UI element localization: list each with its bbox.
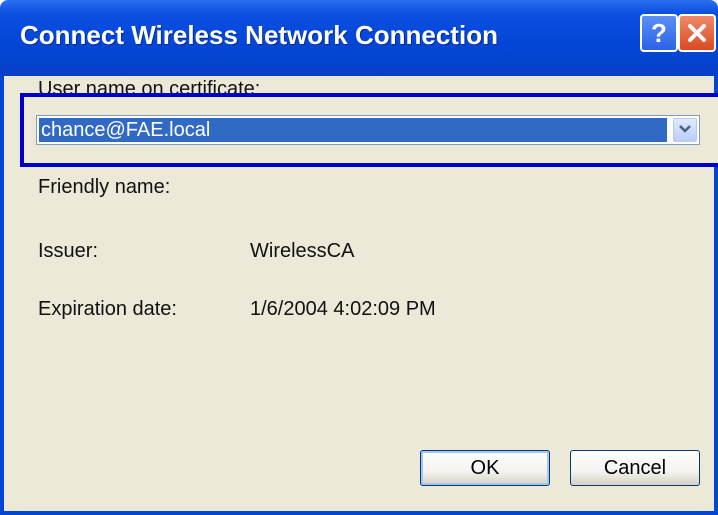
close-icon — [686, 22, 708, 44]
close-button[interactable] — [678, 14, 716, 52]
friendly-name-label: Friendly name: — [38, 176, 171, 198]
svg-text:?: ? — [651, 20, 667, 46]
window-title: Connect Wireless Network Connection — [20, 20, 498, 50]
help-icon: ? — [648, 20, 670, 46]
dialog-window: Connect Wireless Network Connection ? Us… — [0, 0, 718, 515]
user-name-value[interactable]: chance@FAE.local — [39, 118, 667, 142]
expiration-date-value: 1/6/2004 4:02:09 PM — [250, 298, 436, 320]
help-button[interactable]: ? — [640, 14, 678, 52]
title-bar[interactable]: Connect Wireless Network Connection ? — [0, 0, 718, 76]
expiration-date-label: Expiration date: — [38, 298, 177, 320]
issuer-value: WirelessCA — [250, 240, 355, 262]
chevron-down-icon — [678, 121, 692, 139]
cancel-button[interactable]: Cancel — [570, 450, 700, 486]
highlight-box: chance@FAE.local — [20, 93, 718, 167]
dialog-body: User name on certificate: chance@FAE.loc… — [0, 76, 718, 515]
user-name-combobox[interactable]: chance@FAE.local — [36, 115, 700, 145]
ok-button[interactable]: OK — [420, 450, 550, 486]
issuer-label: Issuer: — [38, 240, 99, 262]
dropdown-button[interactable] — [673, 118, 697, 142]
